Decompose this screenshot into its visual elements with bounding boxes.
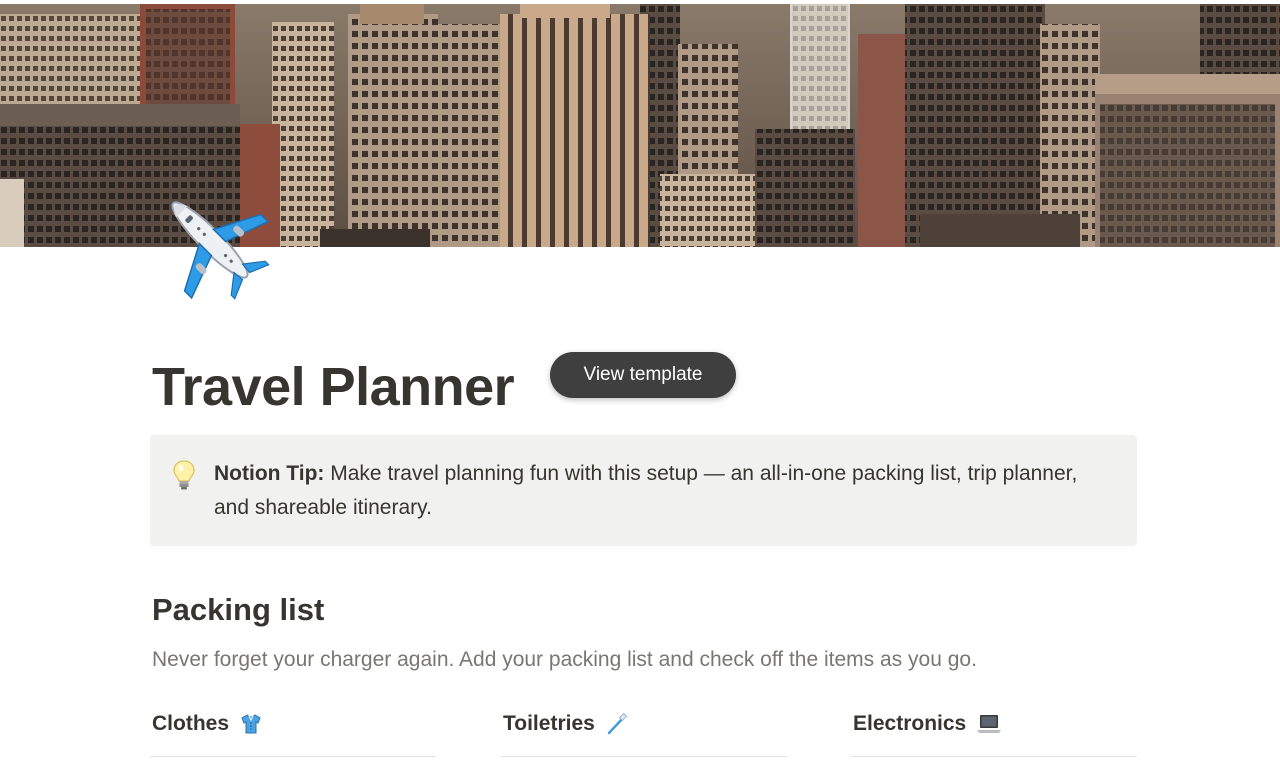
shirt-icon [239, 712, 263, 736]
notion-page: Travel Planner View template Notion Tip:… [0, 0, 1280, 780]
callout-body: Make travel planning fun with this setup… [214, 462, 1078, 519]
lightbulb-icon [172, 459, 196, 491]
packing-list-heading[interactable]: Packing list [152, 590, 324, 630]
callout-text: Notion Tip: Make travel planning fun wit… [214, 457, 1094, 525]
view-template-button[interactable]: View template [550, 352, 736, 398]
airplane-icon[interactable] [150, 180, 270, 300]
callout-label: Notion Tip: [214, 462, 325, 485]
packing-column-toiletries[interactable]: Toiletries [501, 705, 787, 757]
page-title[interactable]: Travel Planner [152, 352, 515, 422]
laptop-icon [976, 712, 1002, 736]
toothbrush-icon [605, 712, 629, 736]
tip-callout: Notion Tip: Make travel planning fun wit… [150, 435, 1137, 546]
packing-column-clothes[interactable]: Clothes [150, 705, 436, 757]
column-label: Clothes [152, 712, 230, 735]
column-label: Electronics [853, 712, 967, 735]
column-label: Toiletries [503, 712, 595, 735]
packing-list-subtitle[interactable]: Never forget your charger again. Add you… [152, 645, 977, 675]
packing-column-electronics[interactable]: Electronics [851, 705, 1137, 757]
